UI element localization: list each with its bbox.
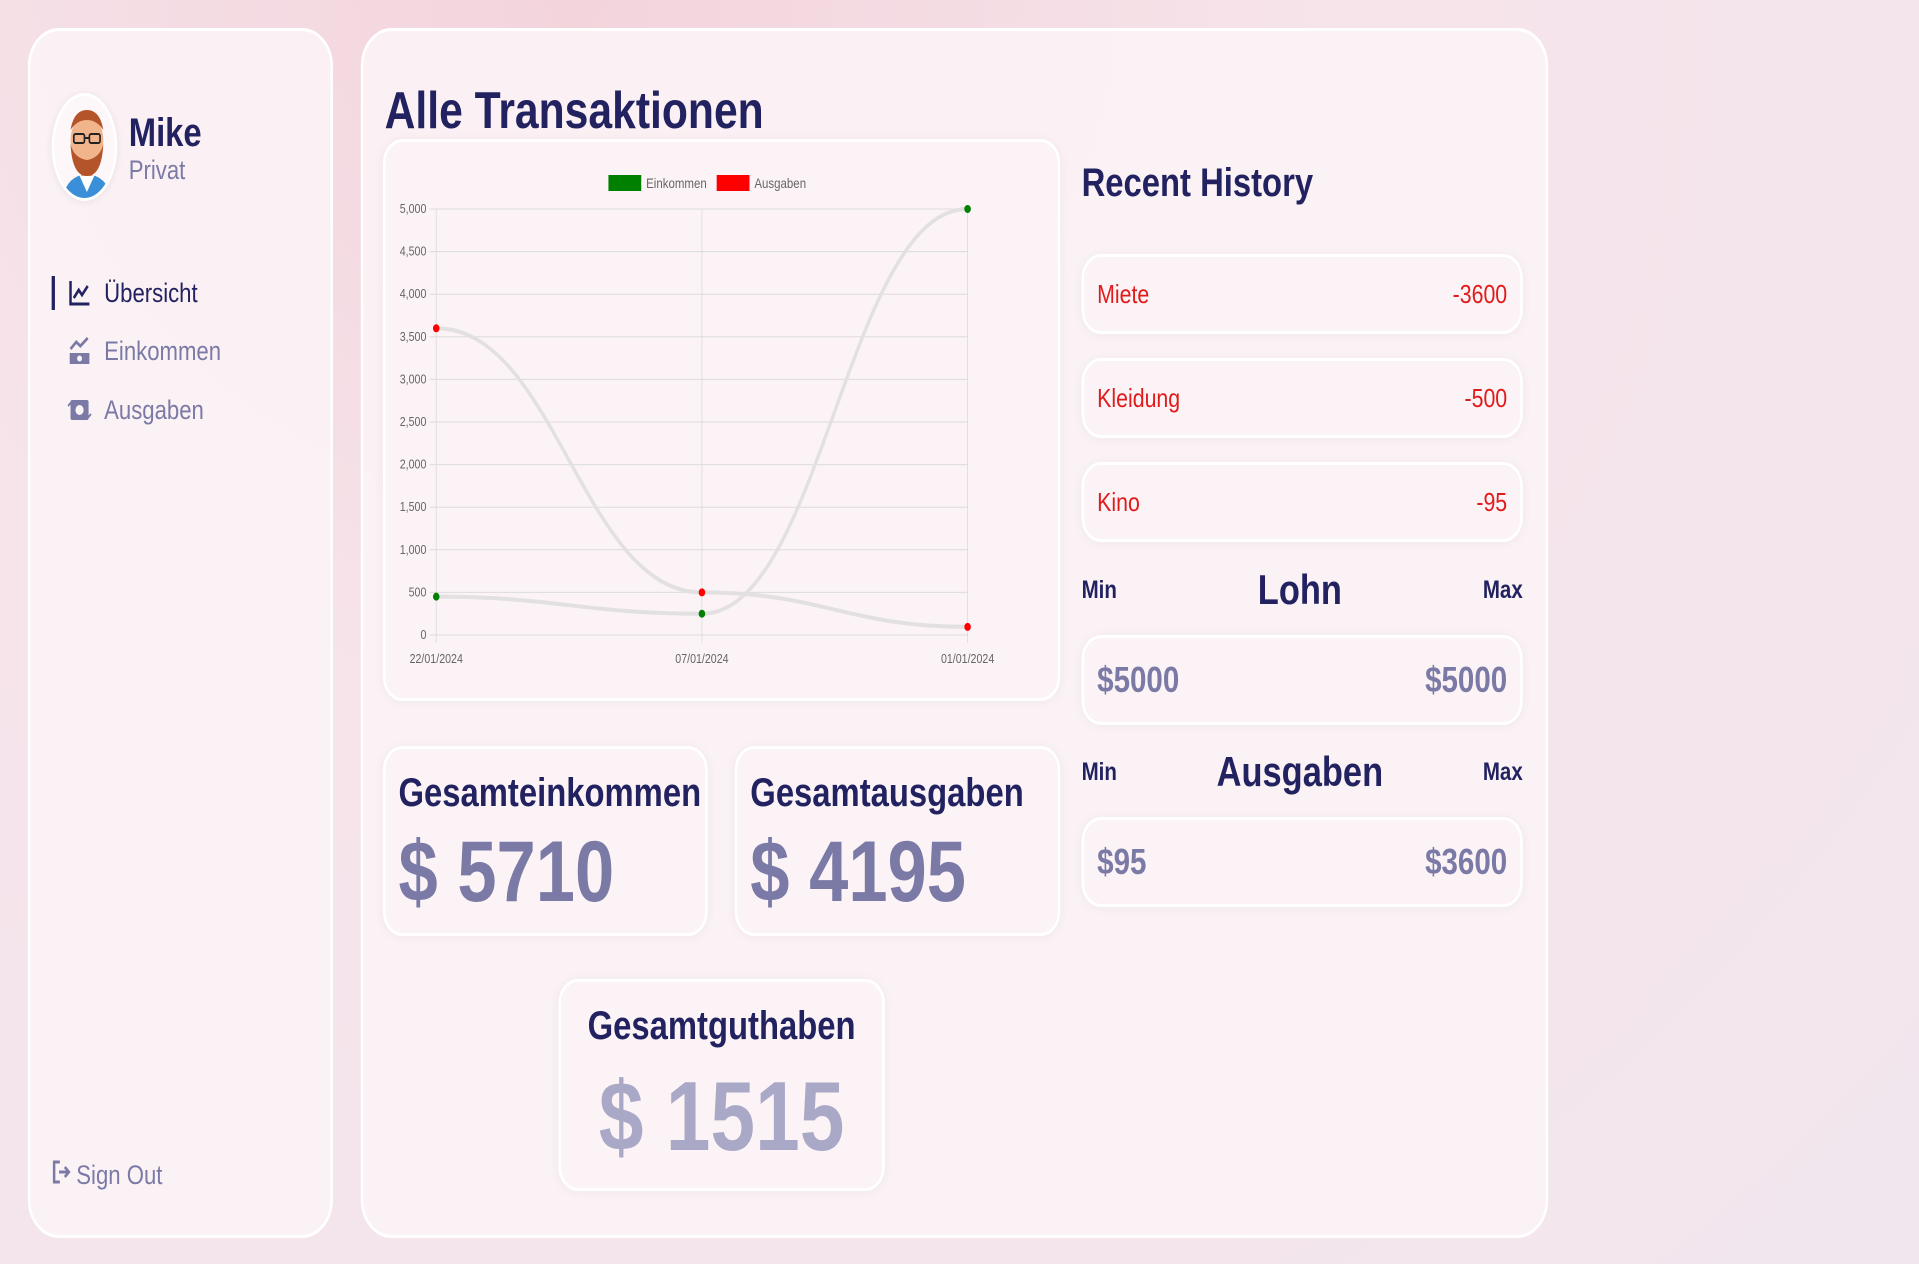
balance-total-title: Gesamtguthaben xyxy=(587,1004,856,1048)
page-title: Alle Transaktionen xyxy=(384,82,764,140)
avatar xyxy=(51,93,118,201)
main-panel: Alle Transaktionen 0 500 1,000 1,500 2,000 2,… xyxy=(360,28,1549,1238)
data-point-ausgaben xyxy=(964,622,971,631)
salary-title: Lohn xyxy=(1257,566,1342,613)
y-tick-label: 4,000 xyxy=(400,286,427,301)
data-point-ausgaben xyxy=(432,324,440,333)
y-tick-label: 3,000 xyxy=(400,371,427,386)
salary-max-label: Max xyxy=(1482,575,1523,604)
expense-max-value: $3600 xyxy=(1425,841,1508,882)
transactions-chart: 0 500 1,000 1,500 2,000 2,500 3,000 3,500 4,000 4… xyxy=(400,175,995,666)
x-tick-label: 22/01/2024 xyxy=(410,651,464,666)
data-point-ausgaben xyxy=(698,588,706,597)
x-tick-label: 07/01/2024 xyxy=(675,651,729,666)
expense-range-box: $95 $3600 xyxy=(1081,817,1523,907)
history-item[interactable]: Miete -3600 xyxy=(1081,254,1523,334)
data-point-einkommen xyxy=(698,609,706,618)
salary-range-box: $5000 $5000 xyxy=(1081,635,1523,725)
nav-item-uebersicht[interactable]: Übersicht xyxy=(51,276,198,310)
y-tick-label: 2,000 xyxy=(400,457,427,472)
history-item-amount: -500 xyxy=(1464,382,1508,413)
income-total-card: Gesamteinkommen $ 5710 xyxy=(382,746,708,936)
income-total-title: Gesamteinkommen xyxy=(398,771,702,815)
income-total-value: $ 5710 xyxy=(398,824,615,920)
y-tick-label: 2,500 xyxy=(400,414,427,429)
user-role: Privat xyxy=(128,155,186,185)
salary-max-value: $5000 xyxy=(1425,659,1508,700)
chart-line-icon xyxy=(66,277,92,309)
expense-total-title: Gesamtausgaben xyxy=(750,771,1024,815)
history-item-label: Miete xyxy=(1097,278,1150,309)
legend-label: Einkommen xyxy=(646,175,707,191)
legend-label: Ausgaben xyxy=(754,175,806,191)
balance-total-card: Gesamtguthaben $ 1515 xyxy=(558,979,885,1191)
expense-min-label: Min xyxy=(1081,757,1117,786)
salary-range-header: Min Lohn Max xyxy=(1082,566,1523,614)
y-tick-label: 1,500 xyxy=(400,499,427,514)
data-point-einkommen xyxy=(964,205,971,213)
money-exchange-icon xyxy=(66,394,92,426)
expense-range-header: Min Ausgaben Max xyxy=(1082,748,1523,796)
nav-label: Übersicht xyxy=(104,277,198,308)
y-tick-label: 3,500 xyxy=(400,329,427,344)
money-trend-icon xyxy=(66,335,92,367)
legend-swatch xyxy=(716,175,750,191)
y-tick-label: 5,000 xyxy=(400,201,427,216)
nav-item-einkommen[interactable]: Einkommen xyxy=(52,334,221,368)
expense-min-value: $95 xyxy=(1097,841,1147,882)
history-item[interactable]: Kino -95 xyxy=(1081,462,1523,542)
y-tick-label: 0 xyxy=(420,627,426,642)
nav-item-ausgaben[interactable]: Ausgaben xyxy=(52,393,204,427)
y-tick-label: 4,500 xyxy=(400,244,427,259)
transactions-chart-card: 0 500 1,000 1,500 2,000 2,500 3,000 3,500 4,000 4… xyxy=(382,139,1061,701)
expense-range-title: Ausgaben xyxy=(1216,748,1384,795)
sign-out-button[interactable]: Sign Out xyxy=(52,1159,163,1192)
active-indicator xyxy=(51,276,55,310)
sign-out-icon xyxy=(52,1159,72,1192)
balance-total-value: $ 1515 xyxy=(598,1061,845,1171)
expense-total-value: $ 4195 xyxy=(750,824,966,920)
history-item-label: Kleidung xyxy=(1097,382,1181,413)
x-tick-label: 01/01/2024 xyxy=(941,651,995,666)
history-item[interactable]: Kleidung -500 xyxy=(1081,358,1523,438)
salary-min-label: Min xyxy=(1081,575,1117,604)
sidebar: Mike Privat Übersicht Einkommen Ausgaben xyxy=(27,28,333,1238)
data-point-einkommen xyxy=(432,592,440,601)
expense-max-label: Max xyxy=(1482,757,1523,786)
nav-label: Einkommen xyxy=(104,335,222,366)
history-title: Recent History xyxy=(1081,161,1314,205)
expense-total-card: Gesamtausgaben $ 4195 xyxy=(734,746,1061,936)
user-name: Mike xyxy=(128,111,202,155)
legend-swatch xyxy=(608,175,642,191)
history-item-amount: -3600 xyxy=(1452,278,1508,309)
nav-label: Ausgaben xyxy=(104,394,204,425)
history-item-label: Kino xyxy=(1097,486,1140,517)
salary-min-value: $5000 xyxy=(1097,659,1180,700)
history-item-amount: -95 xyxy=(1476,486,1508,517)
y-tick-label: 500 xyxy=(409,584,427,599)
sign-out-label: Sign Out xyxy=(76,1160,163,1190)
y-tick-label: 1,000 xyxy=(400,542,427,557)
